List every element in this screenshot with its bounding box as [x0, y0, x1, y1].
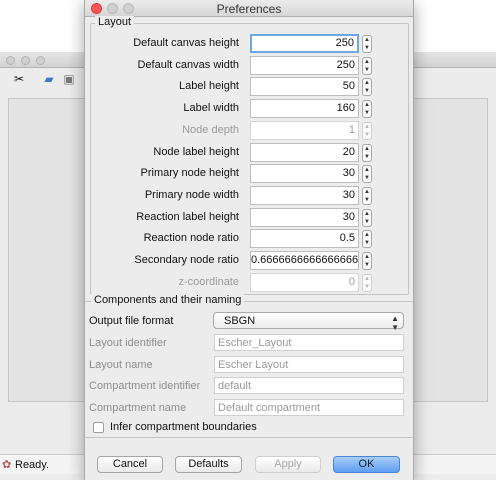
label-width-label: Label width: [183, 102, 239, 115]
layout-identifier-field: Escher_Layout: [214, 333, 404, 351]
reaction-label-height-stepper[interactable]: ▲ ▼: [362, 208, 372, 227]
reaction-label-height-field[interactable]: 30: [250, 207, 359, 227]
open-folder-icon[interactable]: ▰: [42, 72, 56, 86]
default-canvas-width-label: Default canvas width: [137, 58, 240, 71]
secondary-node-ratio-field[interactable]: 0.6666666666666666: [250, 251, 359, 270]
default-canvas-width-field[interactable]: 250: [250, 55, 359, 75]
reaction-node-ratio-stepper[interactable]: ▲ ▼: [362, 230, 372, 249]
reaction-label-height-row: Reaction label height 30 ▲ ▼: [91, 207, 409, 227]
node-label-height-row: Node label height 20 ▲ ▼: [91, 142, 409, 162]
reaction-label-height-label: Reaction label height: [136, 210, 239, 223]
default-canvas-height-field[interactable]: 250: [250, 34, 359, 53]
z-coordinate-row: z-coordinate 0 ▲ ▼: [91, 272, 409, 292]
primary-node-width-label: Primary node width: [144, 188, 239, 201]
layout-name-label: Layout name: [89, 358, 153, 371]
naming-group: Components and their naming Output file …: [85, 294, 413, 438]
naming-group-legend: Components and their naming: [91, 294, 245, 306]
dialog-title: Preferences: [216, 2, 282, 16]
label-width-stepper[interactable]: ▲ ▼: [362, 100, 372, 119]
secondary-node-ratio-label: Secondary node ratio: [134, 254, 239, 266]
infer-compartment-boundaries-label: Infer compartment boundaries: [110, 421, 257, 433]
node-label-height-label: Node label height: [153, 145, 239, 158]
compartment-name-field: Default compartment: [214, 399, 404, 416]
node-depth-stepper: ▲ ▼: [362, 121, 372, 140]
status-icon: ✿: [2, 459, 12, 471]
label-width-field[interactable]: 160: [250, 99, 359, 119]
node-label-height-field[interactable]: 20: [250, 142, 359, 162]
layout-identifier-row: Layout identifier Escher_Layout: [85, 333, 413, 352]
primary-node-width-field[interactable]: 30: [250, 185, 359, 205]
layout-name-field: Escher Layout: [214, 355, 404, 373]
label-height-row: Label height 50 ▲ ▼: [91, 77, 409, 97]
save-disk-icon[interactable]: ▣: [62, 72, 76, 86]
label-height-field[interactable]: 50: [250, 77, 359, 97]
node-label-height-stepper[interactable]: ▲ ▼: [362, 143, 372, 162]
primary-node-height-label: Primary node height: [140, 167, 239, 180]
ok-button[interactable]: OK: [333, 456, 400, 473]
compartment-identifier-field: default: [214, 377, 404, 394]
default-canvas-width-row: Default canvas width 250 ▲ ▼: [91, 55, 409, 75]
secondary-node-ratio-row: Secondary node ratio 0.6666666666666666 …: [91, 251, 409, 270]
status-text: Ready.: [15, 459, 50, 471]
default-canvas-width-stepper[interactable]: ▲ ▼: [362, 56, 372, 75]
compartment-identifier-row: Compartment identifier default: [85, 377, 413, 395]
layout-identifier-label: Layout identifier: [89, 336, 167, 349]
preferences-dialog: Preferences Layout Default canvas height…: [84, 0, 414, 480]
output-format-select[interactable]: SBGN ▲ ▼: [213, 312, 404, 332]
default-canvas-height-row: Default canvas height 250 ▲ ▼: [91, 34, 409, 53]
z-coordinate-stepper: ▲ ▼: [362, 273, 372, 292]
infer-compartment-boundaries-checkbox[interactable]: [93, 422, 104, 433]
bg-minimize-light-icon: [21, 56, 30, 65]
output-format-label: Output file format: [89, 315, 174, 327]
primary-node-height-stepper[interactable]: ▲ ▼: [362, 165, 372, 184]
reaction-node-ratio-label: Reaction node ratio: [143, 232, 239, 245]
apply-button: Apply: [255, 456, 321, 473]
output-format-value: SBGN: [224, 315, 256, 327]
select-arrows-icon: ▲ ▼: [391, 314, 399, 332]
label-height-stepper[interactable]: ▲ ▼: [362, 78, 372, 97]
dialog-titlebar: Preferences: [85, 0, 413, 17]
compartment-identifier-label: Compartment identifier: [89, 380, 201, 392]
primary-node-height-field[interactable]: 30: [250, 164, 359, 184]
node-depth-field: 1: [250, 120, 359, 140]
node-depth-label: Node depth: [182, 123, 239, 136]
default-canvas-height-label: Default canvas height: [133, 37, 239, 49]
cancel-button[interactable]: Cancel: [97, 456, 163, 473]
reaction-node-ratio-row: Reaction node ratio 0.5 ▲ ▼: [91, 229, 409, 249]
label-height-label: Label height: [179, 80, 239, 93]
reaction-node-ratio-field[interactable]: 0.5: [250, 229, 359, 249]
secondary-node-ratio-stepper[interactable]: ▲ ▼: [362, 252, 372, 270]
layout-group-legend: Layout: [95, 16, 135, 28]
defaults-button[interactable]: Defaults: [175, 456, 242, 473]
compartment-name-row: Compartment name Default compartment: [85, 399, 413, 417]
primary-node-width-stepper[interactable]: ▲ ▼: [362, 186, 372, 205]
compartment-name-label: Compartment name: [89, 402, 187, 414]
default-canvas-height-stepper[interactable]: ▲ ▼: [362, 35, 372, 53]
bg-close-light-icon: [6, 56, 15, 65]
node-depth-row: Node depth 1 ▲ ▼: [91, 120, 409, 140]
z-coordinate-label: z-coordinate: [178, 275, 239, 288]
primary-node-height-row: Primary node height 30 ▲ ▼: [91, 164, 409, 184]
tools-icon[interactable]: ✂: [12, 72, 26, 86]
output-format-row: Output file format SBGN ▲ ▼: [85, 312, 413, 332]
layout-group: Layout Default canvas height 250 ▲ ▼ Defa…: [90, 16, 409, 295]
bg-zoom-light-icon: [36, 56, 45, 65]
label-width-row: Label width 160 ▲ ▼: [91, 99, 409, 119]
layout-name-row: Layout name Escher Layout: [85, 355, 413, 374]
primary-node-width-row: Primary node width 30 ▲ ▼: [91, 185, 409, 205]
z-coordinate-field: 0: [250, 272, 359, 292]
